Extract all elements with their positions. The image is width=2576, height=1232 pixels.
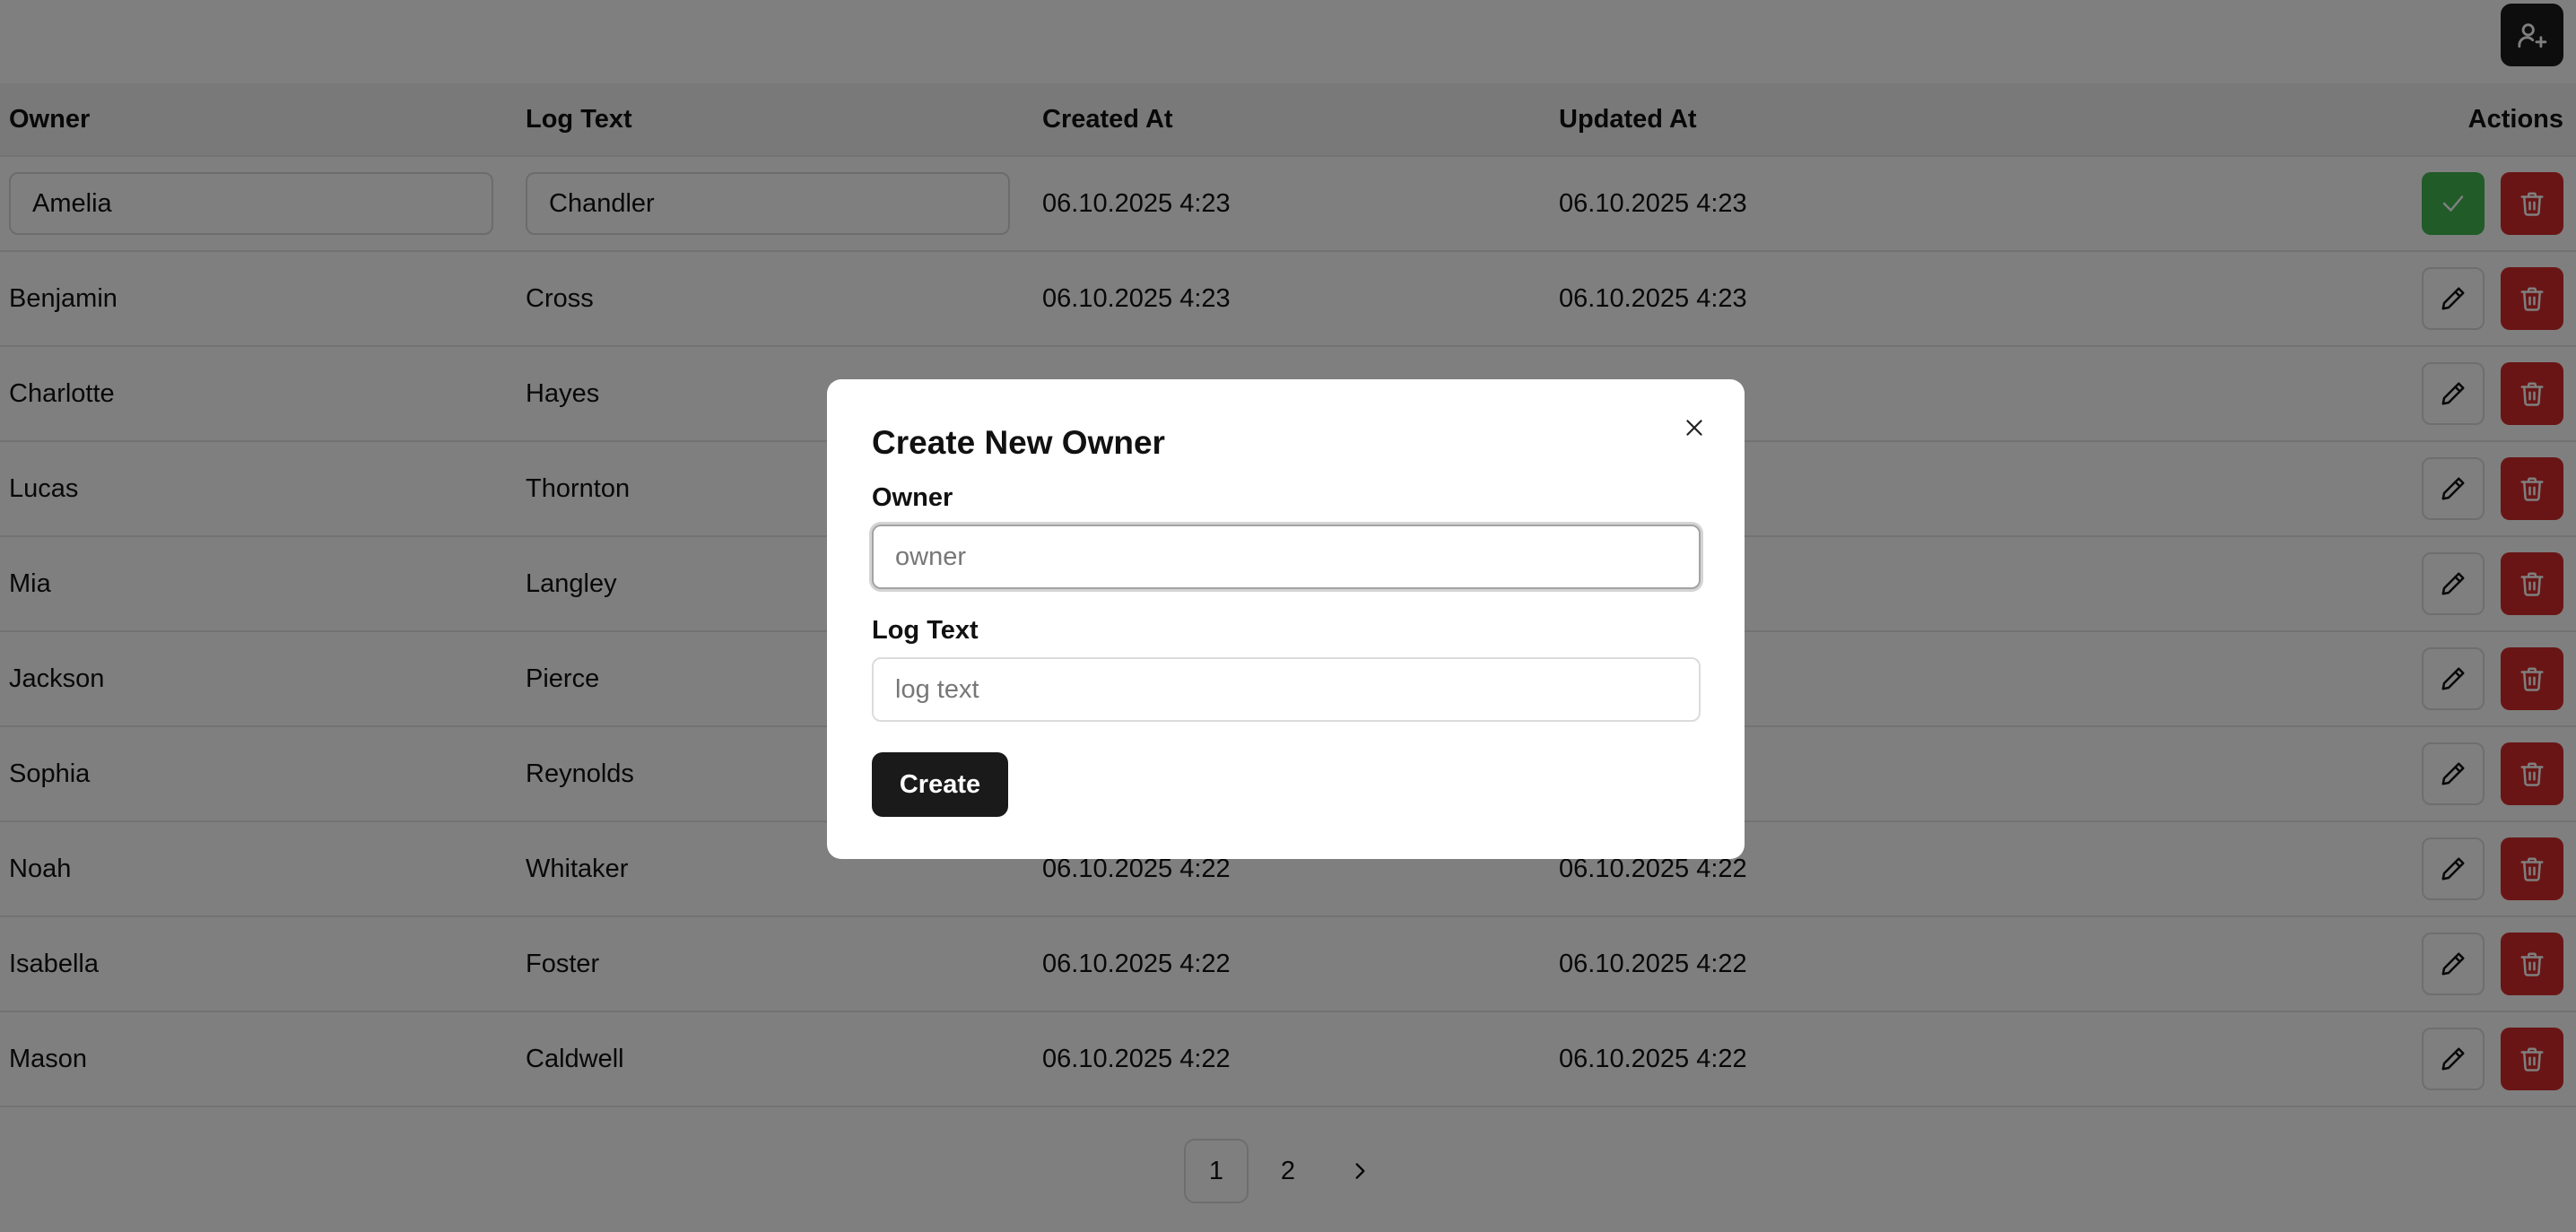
page: Owner Log Text Created At Updated At Act… [0, 0, 2576, 1232]
owner-label: Owner [872, 483, 953, 512]
log-text-input[interactable] [872, 657, 1701, 722]
dialog-title: Create New Owner [872, 424, 1165, 461]
log-text-label: Log Text [872, 616, 979, 645]
create-owner-dialog: Create New Owner Owner Log Text Create [827, 379, 1745, 859]
close-icon [1686, 420, 1702, 436]
owner-input[interactable] [872, 525, 1701, 589]
close-button[interactable] [1676, 410, 1712, 446]
create-button[interactable]: Create [872, 752, 1008, 817]
